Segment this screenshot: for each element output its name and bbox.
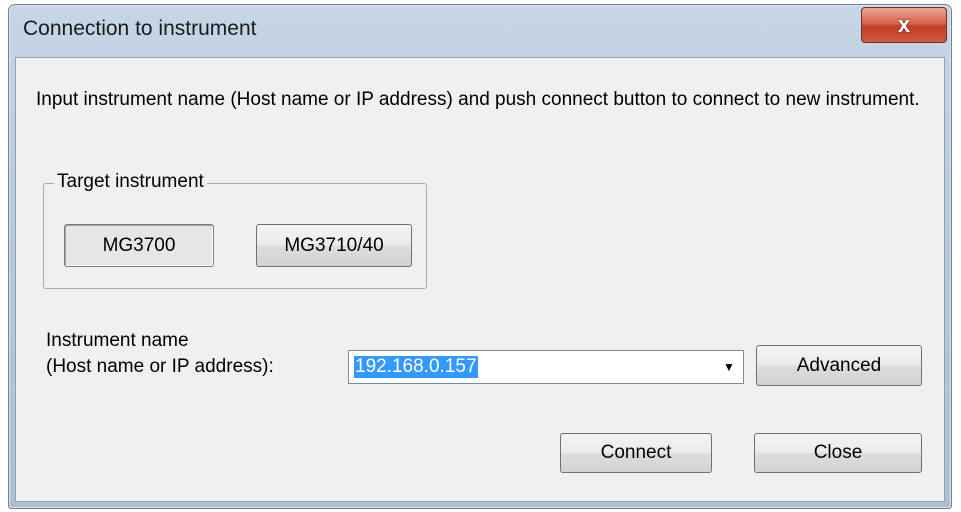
chevron-down-icon[interactable]: ▼	[716, 352, 742, 382]
host-or-ip-label: (Host name or IP address):	[46, 356, 274, 377]
connect-button[interactable]: Connect	[560, 433, 712, 473]
target-instrument-legend: Target instrument	[54, 171, 207, 193]
close-button[interactable]: Close	[754, 433, 922, 473]
window-title: Connection to instrument	[23, 17, 257, 40]
instrument-name-value[interactable]: 192.168.0.157	[354, 356, 478, 378]
dialog-client-area: Input instrument name (Host name or IP a…	[15, 57, 945, 502]
dialog-window: Connection to instrument x Input instrum…	[8, 4, 952, 509]
close-window-button[interactable]: x	[861, 7, 947, 43]
mg3700-button[interactable]: MG3700	[64, 224, 214, 267]
title-bar[interactable]: Connection to instrument x	[9, 5, 951, 57]
close-icon: x	[897, 12, 911, 37]
mg3710-40-button[interactable]: MG3710/40	[256, 224, 412, 267]
instrument-name-combobox[interactable]: 192.168.0.157 ▼	[348, 350, 744, 384]
instrument-name-label: Instrument name	[46, 330, 189, 351]
instructions-text: Input instrument name (Host name or IP a…	[36, 89, 920, 110]
advanced-button[interactable]: Advanced	[756, 345, 922, 386]
